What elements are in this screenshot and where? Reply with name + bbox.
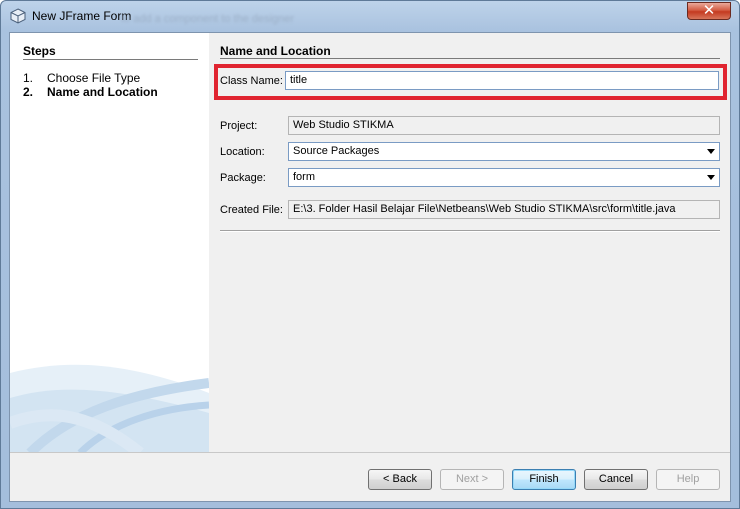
location-value: Source Packages — [293, 145, 380, 157]
project-field: Web Studio STIKMA — [288, 116, 720, 135]
decorative-swoosh-image — [10, 364, 209, 452]
dialog-window: New JFrame Form to add a component to th… — [0, 0, 740, 509]
chevron-down-icon[interactable] — [707, 149, 715, 154]
window-title: New JFrame Form — [32, 9, 132, 23]
close-icon: ✕ — [702, 1, 716, 19]
step-number: 1. — [23, 71, 34, 85]
cancel-button[interactable]: Cancel — [584, 469, 648, 490]
window-title-ghost: to add a component to the designer — [121, 13, 295, 25]
steps-panel: Steps 1. Choose File Type 2. Name and Loca… — [10, 33, 209, 452]
class-name-label: Class Name: — [220, 75, 283, 87]
location-select[interactable]: Source Packages — [288, 142, 720, 161]
next-button[interactable]: Next > — [440, 469, 504, 490]
close-button[interactable]: ✕ — [687, 1, 731, 20]
steps-heading: Steps — [23, 44, 56, 58]
footer-divider — [10, 452, 730, 453]
step-item-2: 2. Name and Location — [23, 85, 158, 99]
netbeans-cube-icon — [10, 8, 26, 24]
step-number: 2. — [23, 85, 34, 99]
created-file-field: E:\3. Folder Hasil Belajar File\Netbeans… — [288, 200, 720, 219]
step-label: Choose File Type — [47, 71, 141, 85]
package-label: Package: — [220, 172, 266, 184]
form-panel: Name and Location Class Name: title Proj… — [209, 33, 730, 452]
step-label: Name and Location — [47, 85, 158, 99]
dialog-content: Steps 1. Choose File Type 2. Name and Loca… — [9, 32, 731, 502]
section-divider — [220, 58, 720, 59]
package-value: form — [293, 171, 315, 183]
title-bar[interactable]: New JFrame Form to add a component to th… — [1, 1, 739, 33]
chevron-down-icon[interactable] — [707, 175, 715, 180]
back-button[interactable]: < Back — [368, 469, 432, 490]
steps-divider — [23, 59, 198, 60]
step-item-1: 1. Choose File Type — [23, 71, 140, 85]
form-divider-highlight — [220, 231, 720, 232]
location-label: Location: — [220, 146, 265, 158]
created-file-label: Created File: — [220, 204, 283, 216]
package-select[interactable]: form — [288, 168, 720, 187]
finish-button[interactable]: Finish — [512, 469, 576, 490]
section-heading: Name and Location — [220, 44, 331, 58]
help-button[interactable]: Help — [656, 469, 720, 490]
class-name-input[interactable]: title — [285, 71, 719, 90]
project-label: Project: — [220, 120, 258, 132]
